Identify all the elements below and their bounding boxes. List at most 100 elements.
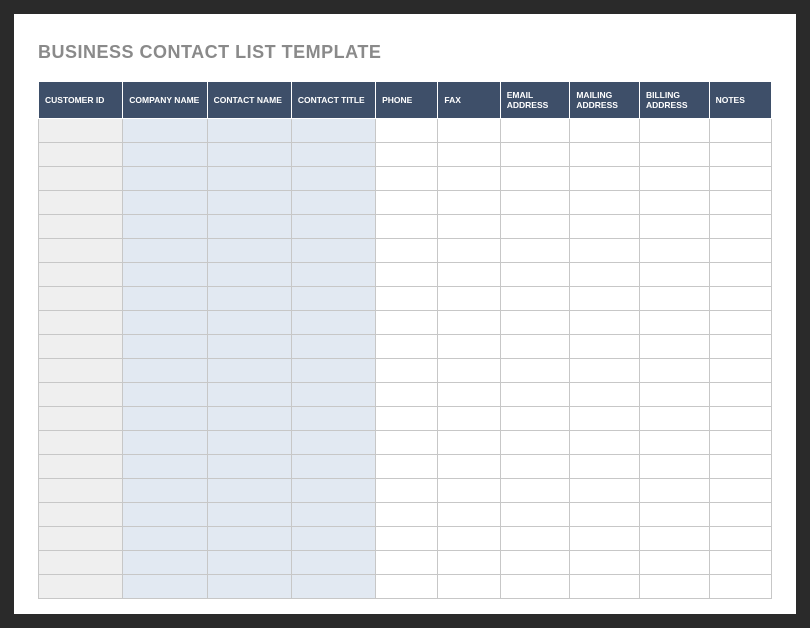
table-cell[interactable] [123,191,207,215]
table-cell[interactable] [39,503,123,527]
table-cell[interactable] [376,311,438,335]
table-cell[interactable] [438,527,500,551]
table-cell[interactable] [123,167,207,191]
table-cell[interactable] [291,503,375,527]
table-cell[interactable] [438,407,500,431]
table-cell[interactable] [291,215,375,239]
table-cell[interactable] [376,479,438,503]
table-cell[interactable] [639,383,709,407]
table-cell[interactable] [639,455,709,479]
table-cell[interactable] [570,167,640,191]
table-cell[interactable] [123,551,207,575]
table-cell[interactable] [500,479,570,503]
table-cell[interactable] [438,431,500,455]
table-cell[interactable] [570,239,640,263]
table-cell[interactable] [207,479,291,503]
table-cell[interactable] [639,191,709,215]
table-cell[interactable] [123,239,207,263]
table-cell[interactable] [207,455,291,479]
table-cell[interactable] [570,311,640,335]
table-cell[interactable] [500,359,570,383]
table-cell[interactable] [39,191,123,215]
table-cell[interactable] [39,143,123,167]
table-cell[interactable] [438,287,500,311]
table-cell[interactable] [709,335,771,359]
table-cell[interactable] [438,191,500,215]
table-cell[interactable] [438,455,500,479]
table-cell[interactable] [709,431,771,455]
table-cell[interactable] [438,215,500,239]
table-cell[interactable] [500,551,570,575]
table-cell[interactable] [709,239,771,263]
table-cell[interactable] [39,359,123,383]
table-cell[interactable] [376,407,438,431]
table-cell[interactable] [207,167,291,191]
table-cell[interactable] [376,503,438,527]
table-cell[interactable] [207,191,291,215]
table-cell[interactable] [639,143,709,167]
table-cell[interactable] [291,575,375,599]
table-cell[interactable] [438,263,500,287]
table-cell[interactable] [709,119,771,143]
table-cell[interactable] [291,287,375,311]
table-cell[interactable] [500,191,570,215]
table-cell[interactable] [639,167,709,191]
table-cell[interactable] [123,383,207,407]
table-cell[interactable] [207,215,291,239]
table-cell[interactable] [39,287,123,311]
table-cell[interactable] [291,143,375,167]
table-cell[interactable] [639,215,709,239]
table-cell[interactable] [500,263,570,287]
table-cell[interactable] [291,359,375,383]
table-cell[interactable] [570,215,640,239]
table-cell[interactable] [376,143,438,167]
table-cell[interactable] [291,167,375,191]
table-cell[interactable] [500,455,570,479]
table-cell[interactable] [207,575,291,599]
table-cell[interactable] [639,359,709,383]
table-cell[interactable] [570,191,640,215]
table-cell[interactable] [500,287,570,311]
table-cell[interactable] [123,527,207,551]
table-cell[interactable] [291,335,375,359]
table-cell[interactable] [39,311,123,335]
table-cell[interactable] [123,287,207,311]
table-cell[interactable] [291,311,375,335]
table-cell[interactable] [207,383,291,407]
table-cell[interactable] [570,383,640,407]
table-cell[interactable] [291,551,375,575]
table-cell[interactable] [570,455,640,479]
table-cell[interactable] [123,359,207,383]
table-cell[interactable] [639,431,709,455]
table-cell[interactable] [639,503,709,527]
table-cell[interactable] [709,263,771,287]
table-cell[interactable] [207,239,291,263]
table-cell[interactable] [376,575,438,599]
table-cell[interactable] [438,359,500,383]
table-cell[interactable] [570,431,640,455]
table-cell[interactable] [709,383,771,407]
table-cell[interactable] [500,167,570,191]
table-cell[interactable] [376,455,438,479]
table-cell[interactable] [709,575,771,599]
table-cell[interactable] [438,239,500,263]
table-cell[interactable] [639,575,709,599]
table-cell[interactable] [39,431,123,455]
table-cell[interactable] [639,287,709,311]
table-cell[interactable] [207,263,291,287]
table-cell[interactable] [376,431,438,455]
table-cell[interactable] [500,431,570,455]
table-cell[interactable] [500,575,570,599]
table-cell[interactable] [438,335,500,359]
table-cell[interactable] [123,335,207,359]
table-cell[interactable] [123,503,207,527]
table-cell[interactable] [639,263,709,287]
table-cell[interactable] [207,335,291,359]
table-cell[interactable] [570,359,640,383]
table-cell[interactable] [376,527,438,551]
table-cell[interactable] [291,383,375,407]
table-cell[interactable] [376,215,438,239]
table-cell[interactable] [207,287,291,311]
table-cell[interactable] [639,479,709,503]
table-cell[interactable] [500,335,570,359]
